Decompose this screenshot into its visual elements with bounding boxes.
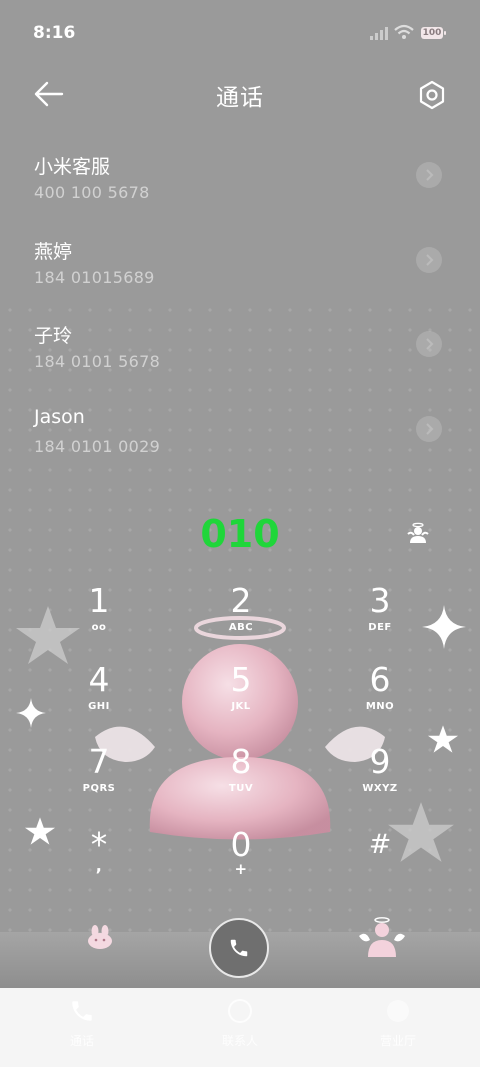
key-number: 6 xyxy=(369,660,391,699)
chevron-right-icon[interactable] xyxy=(416,162,442,188)
call-button[interactable] xyxy=(209,918,269,978)
key-number: 3 xyxy=(369,581,391,620)
dial-key-3[interactable]: 3 DEF xyxy=(315,582,445,652)
store-icon xyxy=(387,1000,409,1022)
angel-avatar-icon[interactable] xyxy=(405,522,431,544)
key-letters: PQRS xyxy=(82,783,116,794)
key-letters: JKL xyxy=(231,701,251,712)
key-number: 9 xyxy=(369,742,391,781)
contact-name: 小米客服 xyxy=(34,156,111,178)
dial-key-4[interactable]: 4 GHI xyxy=(34,661,164,731)
phone-icon xyxy=(230,939,248,957)
key-number: 7 xyxy=(88,742,110,781)
key-letters: , xyxy=(95,856,103,875)
contact-name: Jason xyxy=(34,406,85,428)
key-number: 2 xyxy=(230,581,252,620)
dial-key-2[interactable]: 2 ABC xyxy=(176,582,306,652)
battery-icon: 100 xyxy=(421,27,446,39)
dial-key-7[interactable]: 7 PQRS xyxy=(34,743,164,813)
tab-store[interactable]: 营业厅 xyxy=(338,998,458,1049)
contact-number: 184 01015689 xyxy=(34,268,155,287)
signal-icon xyxy=(370,27,388,40)
dial-key-8[interactable]: 8 TUV xyxy=(176,743,306,813)
tab-contacts[interactable]: 联系人 xyxy=(180,998,300,1049)
key-number: 8 xyxy=(230,742,252,781)
chevron-right-icon[interactable] xyxy=(416,331,442,357)
dial-key-9[interactable]: 9 WXYZ xyxy=(315,743,445,813)
wifi-icon xyxy=(394,24,414,39)
contact-number: 184 0101 5678 xyxy=(34,352,161,371)
dial-key-0[interactable]: 0 + xyxy=(176,826,306,896)
contact-item[interactable]: 燕婷 184 01015689 xyxy=(0,237,480,317)
status-bar: 8:16 100 xyxy=(0,0,480,68)
tab-label: 联系人 xyxy=(221,1034,258,1048)
dial-key-5[interactable]: 5 JKL xyxy=(176,661,306,731)
contact-item[interactable]: 子玲 184 0101 5678 xyxy=(0,321,480,401)
dial-key-1[interactable]: 1 oo xyxy=(34,582,164,652)
key-letters: DEF xyxy=(368,622,392,633)
key-number: # xyxy=(368,829,392,860)
key-letters: GHI xyxy=(88,701,110,712)
key-letters: MNO xyxy=(365,701,395,712)
key-letters: + xyxy=(234,860,248,878)
bottom-tab-bar: 通话 联系人 营业厅 xyxy=(0,988,480,1067)
dial-key-hash[interactable]: # xyxy=(315,826,445,896)
contact-name: 子玲 xyxy=(34,325,73,347)
key-number: 5 xyxy=(230,660,252,699)
tab-label: 通话 xyxy=(69,1034,94,1048)
bunny-icon[interactable] xyxy=(86,924,114,950)
page-title: 通话 xyxy=(216,85,264,111)
gear-icon[interactable] xyxy=(417,80,447,110)
dial-key-star[interactable]: * , xyxy=(34,826,164,896)
contact-name: 燕婷 xyxy=(34,241,73,263)
phone-icon xyxy=(72,1001,92,1021)
tab-calls[interactable]: 通话 xyxy=(22,998,142,1049)
angel-icon[interactable] xyxy=(356,916,408,958)
contact-number: 400 100 5678 xyxy=(34,183,150,202)
key-number: 1 xyxy=(88,581,110,620)
key-number: 0 xyxy=(230,825,252,864)
status-time: 8:16 xyxy=(33,23,76,43)
key-letters: TUV xyxy=(228,783,254,794)
voicemail-icon: oo xyxy=(91,622,107,633)
contact-item[interactable]: Jason 184 0101 0029 xyxy=(0,406,480,486)
contacts-icon xyxy=(228,999,252,1023)
chevron-right-icon[interactable] xyxy=(416,247,442,273)
dial-key-6[interactable]: 6 MNO xyxy=(315,661,445,731)
contact-number: 184 0101 0029 xyxy=(34,437,161,456)
key-letters: ABC xyxy=(228,622,254,633)
chevron-right-icon[interactable] xyxy=(416,416,442,442)
key-letters: WXYZ xyxy=(362,783,398,794)
key-number: 4 xyxy=(88,660,110,699)
contact-item[interactable]: 小米客服 400 100 5678 xyxy=(0,152,480,232)
tab-label: 营业厅 xyxy=(379,1034,416,1048)
